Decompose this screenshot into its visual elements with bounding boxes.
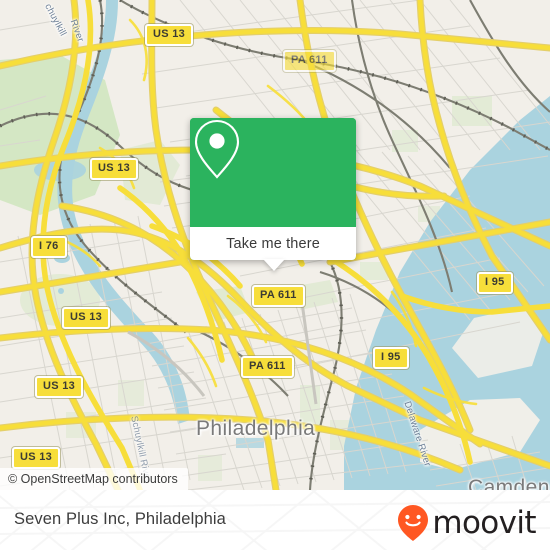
road-shield[interactable]: I 95 bbox=[477, 272, 513, 294]
moovit-smiley-pin-icon bbox=[398, 505, 429, 541]
attribution-text: © OpenStreetMap contributors bbox=[8, 472, 178, 486]
road-shield[interactable]: US 13 bbox=[62, 307, 111, 329]
road-shield[interactable]: US 13 bbox=[145, 24, 194, 46]
place-title: Seven Plus Inc, Philadelphia bbox=[14, 510, 226, 528]
road-shield[interactable]: PA 611 bbox=[252, 285, 305, 307]
moovit-wordmark: moovit bbox=[432, 504, 536, 541]
moovit-logo[interactable]: moovit bbox=[396, 504, 537, 542]
location-popup-card[interactable]: Take me there bbox=[190, 118, 356, 271]
road-shield[interactable]: I 95 bbox=[373, 347, 409, 369]
popup-icon-area bbox=[190, 118, 356, 227]
popup-tail bbox=[263, 259, 285, 271]
road-shield[interactable]: US 13 bbox=[35, 376, 84, 398]
map-pin-icon bbox=[194, 119, 240, 179]
road-shield[interactable]: PA 611 bbox=[283, 50, 336, 72]
map-screenshot: US 13 PA 611 US 13 I 76 US 13 PA 611 I 9… bbox=[0, 0, 550, 550]
footer-bar: Seven Plus Inc, Philadelphia moovit bbox=[0, 490, 550, 550]
road-shield[interactable]: I 76 bbox=[31, 236, 67, 258]
map-canvas[interactable]: US 13 PA 611 US 13 I 76 US 13 PA 611 I 9… bbox=[0, 0, 550, 490]
map-label-camden: Camden bbox=[468, 476, 550, 490]
take-me-there-label: Take me there bbox=[226, 235, 320, 252]
map-attribution[interactable]: © OpenStreetMap contributors bbox=[0, 468, 188, 490]
popup-cta-bar[interactable]: Take me there bbox=[190, 227, 356, 260]
road-shield[interactable]: PA 611 bbox=[241, 356, 294, 378]
map-label-philadelphia: Philadelphia bbox=[196, 417, 316, 440]
road-shield[interactable]: US 13 bbox=[90, 158, 139, 180]
road-shield[interactable]: US 13 bbox=[12, 447, 61, 469]
